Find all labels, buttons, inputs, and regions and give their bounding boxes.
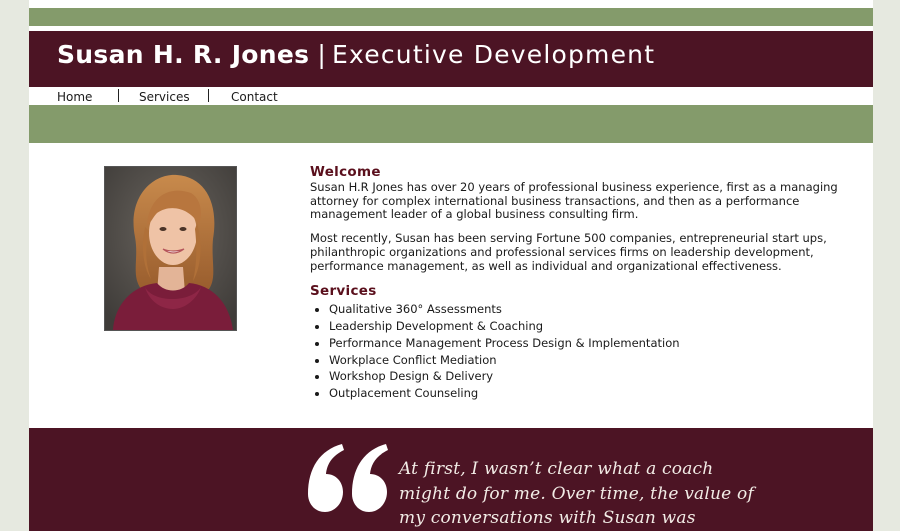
services-list-item: Qualitative 360° Assessments <box>329 301 840 318</box>
portrait-image <box>105 167 236 330</box>
site-name: Susan H. R. Jones <box>57 40 310 69</box>
welcome-heading: Welcome <box>310 164 381 180</box>
page: Susan H. R. Jones | Executive Development … <box>29 0 873 531</box>
nav-home-link[interactable]: Home <box>57 89 92 105</box>
main-content: Welcome Susan H.R Jones has over 20 year… <box>310 164 840 402</box>
welcome-paragraph: Susan H.R Jones has over 20 years of pro… <box>310 180 838 222</box>
testimonial-line: At first, I wasn’t clear what a coach <box>399 459 714 479</box>
testimonial-line: my conversations with Susan was <box>399 508 696 528</box>
services-list-item: Leadership Development & Coaching <box>329 318 840 335</box>
site-tagline: Executive Development <box>332 40 656 69</box>
services-list-item: Workplace Conflict Mediation <box>329 352 840 369</box>
site-header: Susan H. R. Jones | Executive Development <box>29 31 873 87</box>
nav-divider <box>208 89 209 102</box>
nav-contact-link[interactable]: Contact <box>231 89 278 105</box>
site-title[interactable]: Susan H. R. Jones | Executive Development <box>57 40 655 70</box>
testimonial-section: At first, I wasn’t clear what a coach mi… <box>29 428 873 531</box>
services-list-item: Performance Management Process Design & … <box>329 335 840 352</box>
services-list-item: Workshop Design & Delivery <box>329 368 840 385</box>
services-list-item: Outplacement Counseling <box>329 385 840 402</box>
banner-band <box>29 105 873 143</box>
services-heading: Services <box>310 283 377 300</box>
title-separator: | <box>317 40 327 69</box>
testimonial-quote: At first, I wasn’t clear what a coach mi… <box>399 457 779 531</box>
services-list: Qualitative 360° Assessments Leadership … <box>310 301 840 402</box>
testimonial-line: might do for me. Over time, the value of <box>399 483 754 504</box>
nav-divider <box>118 89 119 102</box>
nav-services-link[interactable]: Services <box>139 89 190 105</box>
portrait-photo <box>104 166 237 331</box>
top-accent-band <box>29 8 873 26</box>
welcome-paragraph: Most recently, Susan has been serving Fo… <box>310 231 827 273</box>
quote-mark-icon <box>308 444 388 512</box>
main-nav: Home Services Contact <box>29 87 873 105</box>
